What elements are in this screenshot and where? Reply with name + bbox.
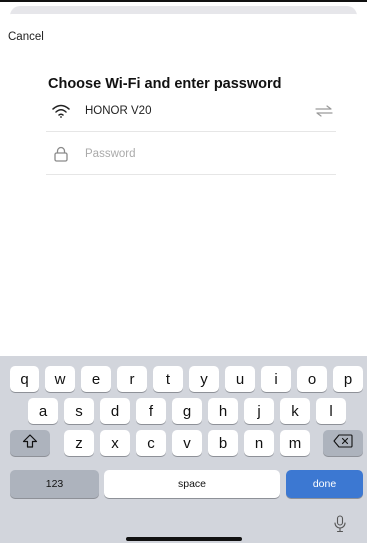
- microphone-icon[interactable]: [333, 515, 347, 533]
- key-w[interactable]: w: [45, 366, 75, 392]
- key-s[interactable]: s: [64, 398, 94, 424]
- key-r[interactable]: r: [117, 366, 147, 392]
- cancel-button[interactable]: Cancel: [8, 31, 44, 43]
- key-b[interactable]: b: [208, 430, 238, 456]
- key-l[interactable]: l: [316, 398, 346, 424]
- key-p[interactable]: p: [333, 366, 363, 392]
- key-t[interactable]: t: [153, 366, 183, 392]
- space-key[interactable]: space: [104, 470, 280, 498]
- password-row: [46, 133, 336, 175]
- key-y[interactable]: y: [189, 366, 219, 392]
- top-border: [0, 0, 367, 2]
- key-a[interactable]: a: [28, 398, 58, 424]
- key-h[interactable]: h: [208, 398, 238, 424]
- numbers-key[interactable]: 123: [10, 470, 99, 498]
- key-o[interactable]: o: [297, 366, 327, 392]
- backspace-key[interactable]: [323, 430, 363, 456]
- key-d[interactable]: d: [100, 398, 130, 424]
- key-k[interactable]: k: [280, 398, 310, 424]
- network-row[interactable]: HONOR V20: [46, 90, 336, 132]
- key-q[interactable]: q: [10, 366, 39, 392]
- network-name: HONOR V20: [85, 104, 152, 117]
- key-u[interactable]: u: [225, 366, 255, 392]
- key-v[interactable]: v: [172, 430, 202, 456]
- key-e[interactable]: e: [81, 366, 111, 392]
- wifi-icon: [50, 102, 72, 120]
- backspace-icon: [333, 434, 353, 452]
- key-m[interactable]: m: [280, 430, 310, 456]
- done-key[interactable]: done: [286, 470, 363, 498]
- switch-network-icon[interactable]: [314, 104, 334, 118]
- shift-key[interactable]: [10, 430, 50, 456]
- lock-icon: [50, 145, 72, 163]
- key-x[interactable]: x: [100, 430, 130, 456]
- key-z[interactable]: z: [64, 430, 94, 456]
- key-g[interactable]: g: [172, 398, 202, 424]
- key-i[interactable]: i: [261, 366, 291, 392]
- key-f[interactable]: f: [136, 398, 166, 424]
- password-input[interactable]: [85, 147, 305, 160]
- key-c[interactable]: c: [136, 430, 166, 456]
- key-j[interactable]: j: [244, 398, 274, 424]
- key-n[interactable]: n: [244, 430, 274, 456]
- shift-icon: [22, 434, 38, 452]
- home-indicator[interactable]: [126, 537, 242, 541]
